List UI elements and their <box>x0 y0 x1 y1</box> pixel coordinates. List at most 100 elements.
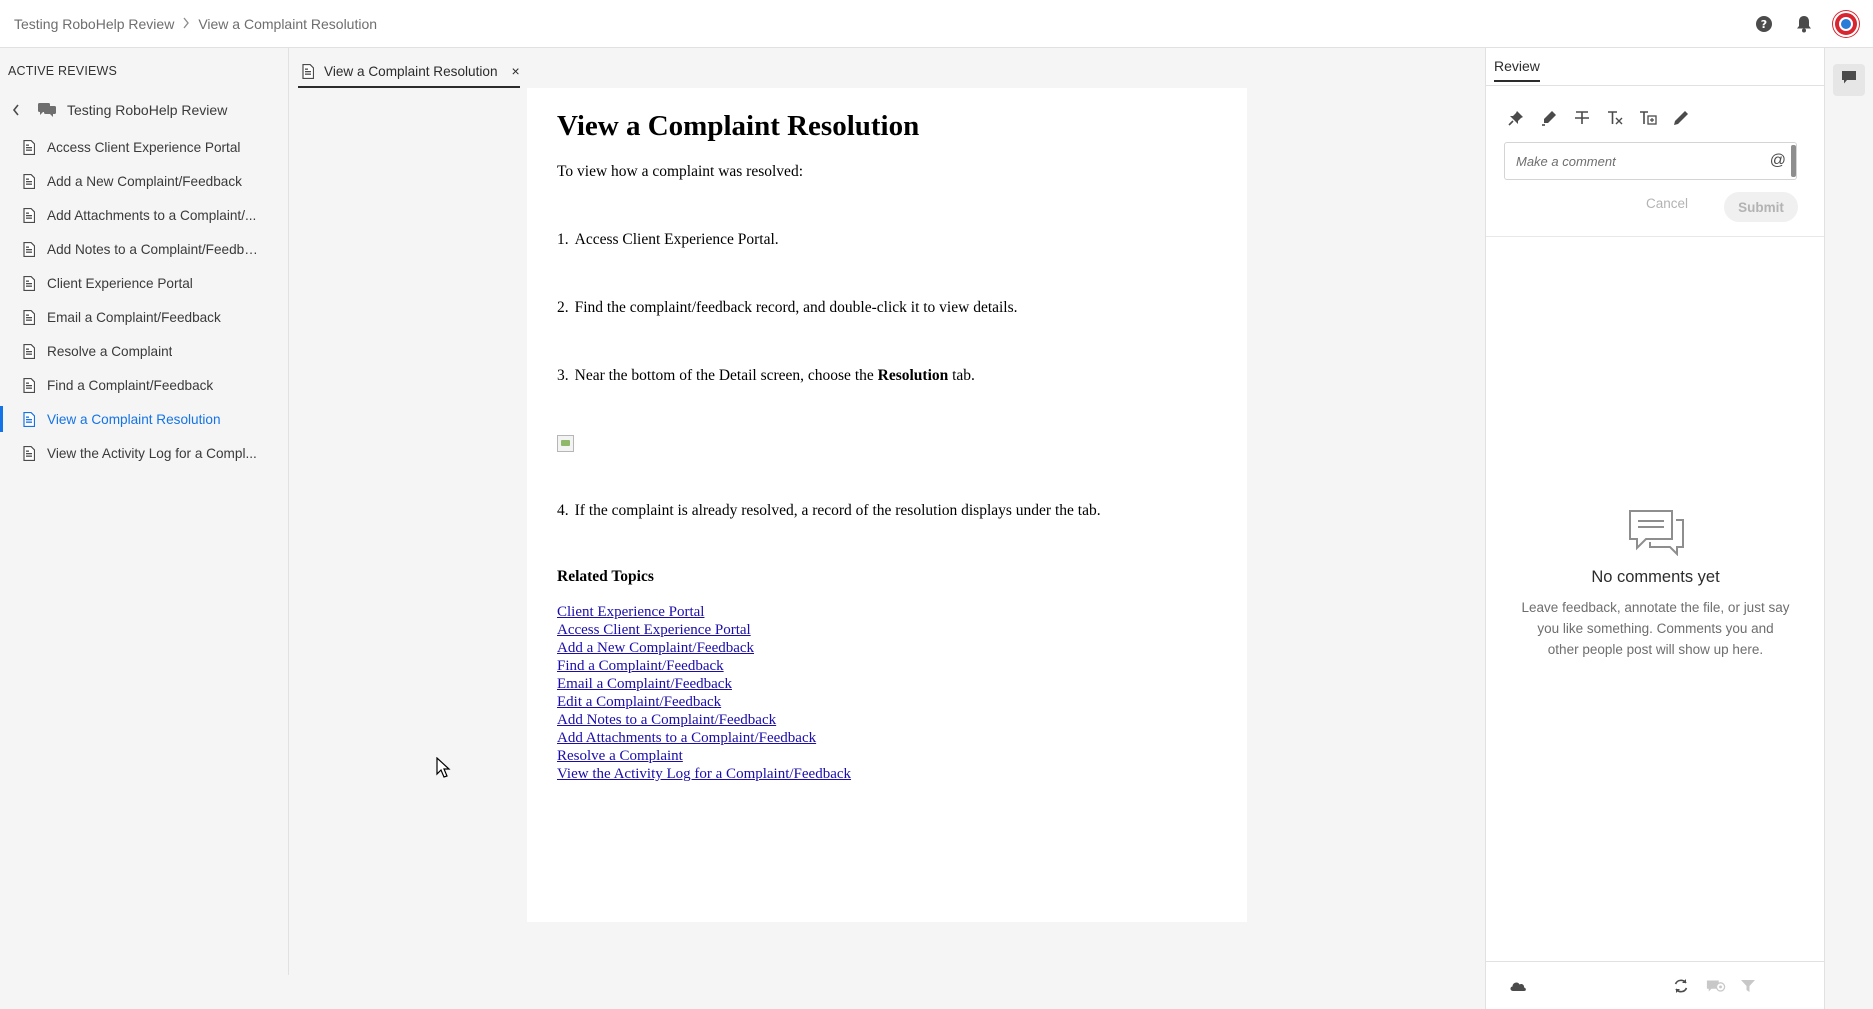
file-icon <box>23 343 37 359</box>
step-4: 4. If the complaint is already resolved, … <box>557 502 1247 520</box>
refresh-icon[interactable] <box>1671 976 1691 996</box>
pin-icon[interactable] <box>1506 108 1526 128</box>
step-3: 3. Near the bottom of the Detail screen, … <box>557 367 1247 385</box>
empty-state: No comments yet Leave feedback, annotate… <box>1486 508 1825 660</box>
bell-icon[interactable] <box>1793 13 1815 35</box>
file-icon <box>23 411 37 427</box>
broken-image-icon <box>557 435 574 452</box>
file-icon <box>23 241 37 257</box>
cloud-upload-icon[interactable] <box>1508 976 1528 996</box>
related-topic-link[interactable]: Client Experience Portal <box>557 603 1247 621</box>
step-number: 1. <box>557 231 569 248</box>
review-panel: Review @ Cancel Submit No <box>1485 48 1825 1009</box>
related-topic-link[interactable]: Add a New Complaint/Feedback <box>557 639 1247 657</box>
comment-icon <box>1841 70 1857 90</box>
step-bold-text: Resolution <box>877 367 949 384</box>
scrollbar[interactable] <box>1791 145 1796 177</box>
step-text: Access Client Experience Portal. <box>574 231 779 248</box>
step-text-end: tab. <box>948 367 975 384</box>
sidebar-item-label: View the Activity Log for a Compl... <box>47 445 257 461</box>
related-topic-link[interactable]: Add Notes to a Complaint/Feedback <box>557 711 1247 729</box>
filter-icon[interactable] <box>1738 976 1758 996</box>
sidebar-item[interactable]: Email a Complaint/Feedback <box>0 300 288 334</box>
sidebar-item-label: Access Client Experience Portal <box>47 139 241 155</box>
document-page: View a Complaint Resolution To view how … <box>527 88 1247 922</box>
related-topic-link[interactable]: Edit a Complaint/Feedback <box>557 693 1247 711</box>
submit-button[interactable]: Submit <box>1724 192 1798 222</box>
review-footer <box>1486 961 1825 1009</box>
sidebar-item[interactable]: Add Notes to a Complaint/Feedba... <box>0 232 288 266</box>
replace-text-icon[interactable] <box>1605 108 1625 128</box>
file-icon <box>23 275 37 291</box>
review-icon <box>38 103 56 117</box>
sidebar-item[interactable]: Add a New Complaint/Feedback <box>0 164 288 198</box>
empty-title: No comments yet <box>1591 568 1720 586</box>
tab-label: View a Complaint Resolution <box>324 63 498 79</box>
related-topic-link[interactable]: Find a Complaint/Feedback <box>557 657 1247 675</box>
sidebar-item[interactable]: View the Activity Log for a Compl... <box>0 436 288 470</box>
related-topic-link[interactable]: Add Attachments to a Complaint/Feedback <box>557 729 1247 747</box>
document-tab-bar: View a Complaint Resolution × <box>290 48 1485 88</box>
highlight-icon[interactable] <box>1539 108 1559 128</box>
cancel-button[interactable]: Cancel <box>1646 196 1688 211</box>
breadcrumb-separator-icon <box>182 16 190 32</box>
step-number: 3. <box>557 367 569 384</box>
sidebar-topic-list: Access Client Experience Portal Add a New… <box>0 130 288 470</box>
step-number: 2. <box>557 299 569 316</box>
sidebar-item[interactable]: Add Attachments to a Complaint/... <box>0 198 288 232</box>
top-bar: Testing RoboHelp Review View a Complaint… <box>0 0 1873 48</box>
related-topic-link[interactable]: Resolve a Complaint <box>557 747 1247 765</box>
step-text: Near the bottom of the Detail screen, ch… <box>574 367 878 384</box>
sidebar-item-label: Resolve a Complaint <box>47 343 173 359</box>
comment-input-box: @ <box>1504 142 1797 180</box>
sidebar-item[interactable]: Find a Complaint/Feedback <box>0 368 288 402</box>
file-icon <box>23 445 37 461</box>
page-title: View a Complaint Resolution <box>557 110 920 142</box>
sidebar-review-header[interactable]: Testing RoboHelp Review <box>0 90 288 130</box>
file-icon <box>23 309 37 325</box>
comments-toggle-button[interactable] <box>1833 64 1865 96</box>
strikethrough-icon[interactable] <box>1572 108 1592 128</box>
step-number: 4. <box>557 502 569 519</box>
related-topics-heading: Related Topics <box>557 568 654 585</box>
comment-input[interactable] <box>1516 153 1756 169</box>
comments-icon <box>1626 508 1686 557</box>
right-rail <box>1824 48 1873 1009</box>
top-right-icons: ? <box>1753 0 1859 48</box>
insert-text-icon[interactable] <box>1638 108 1658 128</box>
pencil-icon[interactable] <box>1671 108 1691 128</box>
breadcrumb-root[interactable]: Testing RoboHelp Review <box>14 16 174 32</box>
close-icon[interactable]: × <box>512 63 520 79</box>
sidebar-item[interactable]: Access Client Experience Portal <box>0 130 288 164</box>
breadcrumb-current: View a Complaint Resolution <box>198 15 378 32</box>
review-tab-header: Review <box>1486 48 1824 86</box>
avatar[interactable] <box>1833 11 1859 37</box>
divider <box>1486 236 1825 237</box>
sidebar-item[interactable]: Client Experience Portal <box>0 266 288 300</box>
tab-review[interactable]: Review <box>1494 58 1540 82</box>
related-topics-list: Client Experience Portal Access Client Ex… <box>557 603 1247 783</box>
related-topic-link[interactable]: Access Client Experience Portal <box>557 621 1247 639</box>
file-icon <box>23 139 37 155</box>
tab-view-a-complaint-resolution[interactable]: View a Complaint Resolution × <box>298 56 520 88</box>
sidebar-item[interactable]: View a Complaint Resolution <box>0 402 288 436</box>
file-icon <box>23 377 37 393</box>
file-icon <box>23 207 37 223</box>
sidebar-item-label: Find a Complaint/Feedback <box>47 377 214 393</box>
hide-comments-icon[interactable] <box>1706 976 1726 996</box>
sidebar-item-label: Add Attachments to a Complaint/... <box>47 207 257 223</box>
sidebar-review-name: Testing RoboHelp Review <box>67 102 228 118</box>
sidebar: ACTIVE REVIEWS Testing RoboHelp Review A… <box>0 48 289 975</box>
mention-button[interactable]: @ <box>1770 152 1786 170</box>
sidebar-item-label: Email a Complaint/Feedback <box>47 309 221 325</box>
help-icon[interactable]: ? <box>1753 13 1775 35</box>
sidebar-item-label: Add a New Complaint/Feedback <box>47 173 242 189</box>
sidebar-item-label: Client Experience Portal <box>47 275 193 291</box>
sidebar-item[interactable]: Resolve a Complaint <box>0 334 288 368</box>
comment-actions: Cancel Submit <box>1486 192 1825 224</box>
step-text: If the complaint is already resolved, a … <box>574 502 1101 519</box>
chevron-left-icon[interactable] <box>12 104 24 116</box>
step-1: 1. Access Client Experience Portal. <box>557 231 1247 249</box>
related-topic-link[interactable]: Email a Complaint/Feedback <box>557 675 1247 693</box>
related-topic-link[interactable]: View the Activity Log for a Complaint/Fe… <box>557 765 1247 783</box>
